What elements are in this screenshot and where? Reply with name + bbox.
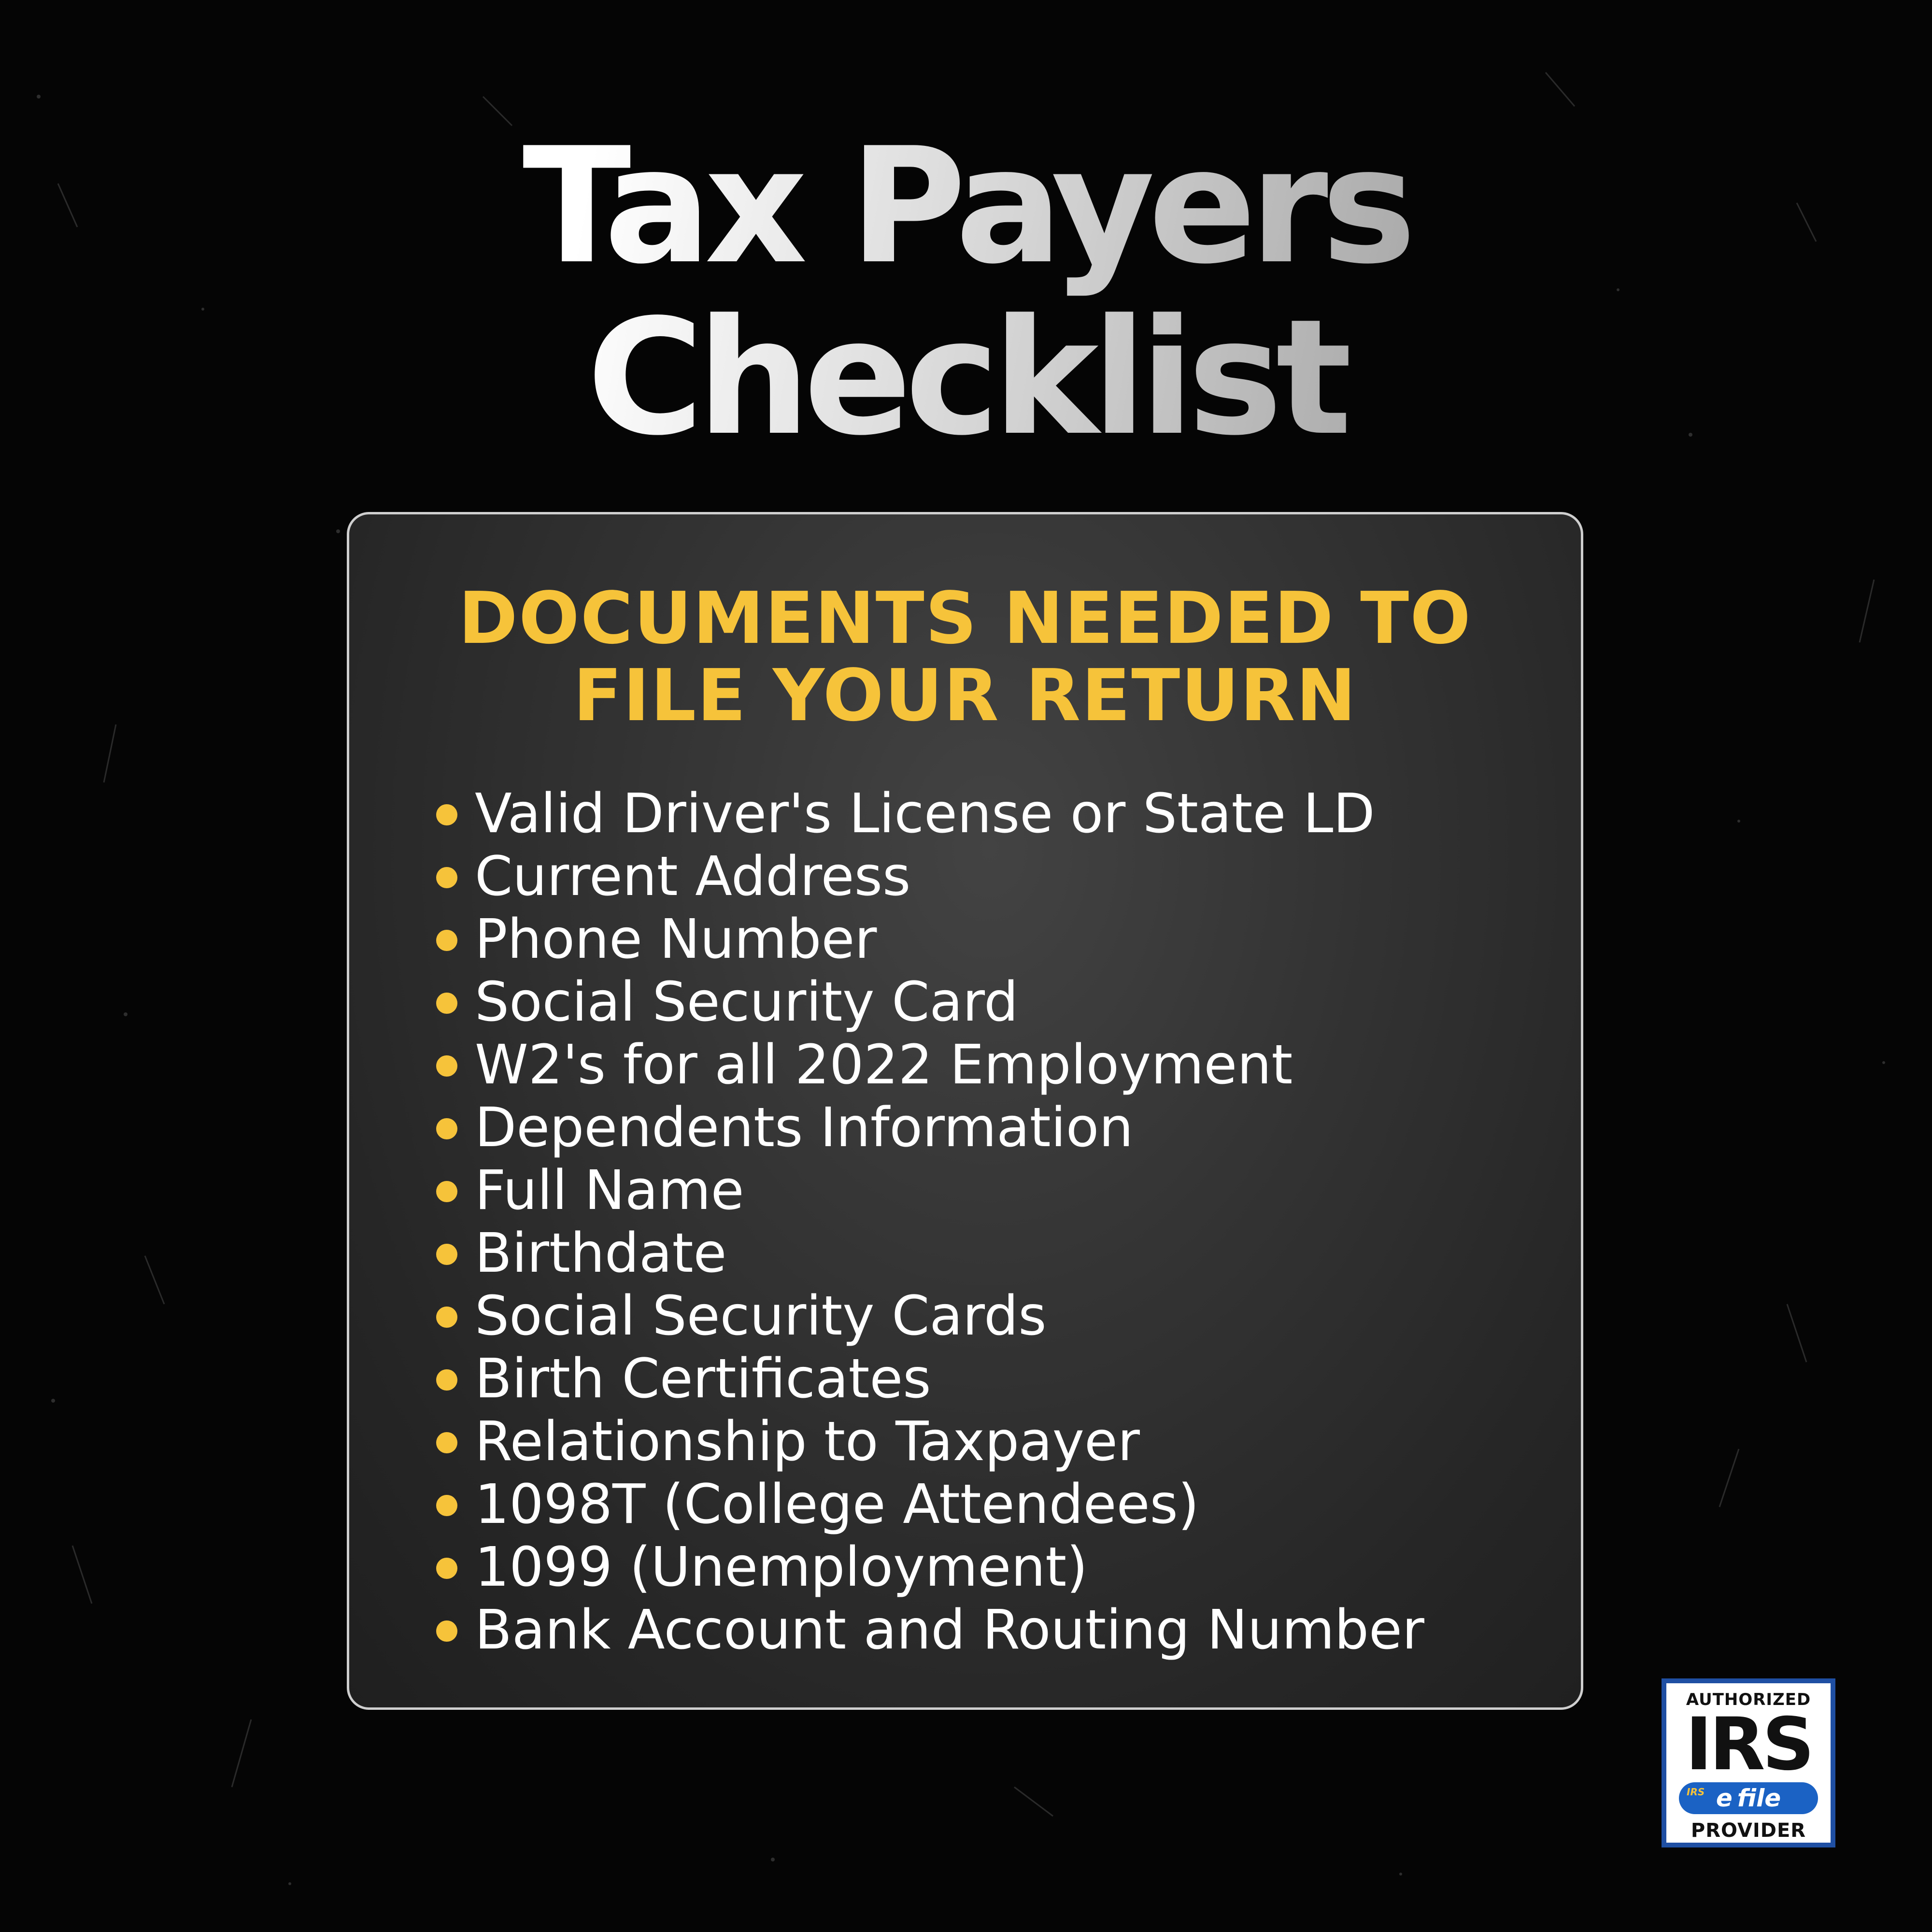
efile-small-text: IRS bbox=[1687, 1786, 1705, 1798]
document-checklist: Valid Driver's License or State LD Curre… bbox=[436, 782, 1424, 1662]
bullet-icon bbox=[436, 1558, 457, 1579]
list-item-label: Social Security Card bbox=[475, 971, 1019, 1034]
list-item: Social Security Card bbox=[436, 971, 1424, 1034]
list-item-label: 1099 (Unemployment) bbox=[475, 1536, 1088, 1599]
bullet-icon bbox=[436, 1620, 457, 1642]
list-item: Valid Driver's License or State LD bbox=[436, 782, 1424, 845]
bullet-icon bbox=[436, 1495, 457, 1516]
list-item: Phone Number bbox=[436, 908, 1424, 971]
list-item: Birthdate bbox=[436, 1222, 1424, 1285]
bullet-icon bbox=[436, 930, 457, 951]
bullet-icon bbox=[436, 1307, 457, 1328]
list-item-label: Birth Certificates bbox=[475, 1348, 931, 1410]
list-item: Bank Account and Routing Number bbox=[436, 1599, 1424, 1662]
list-item: Full Name bbox=[436, 1159, 1424, 1222]
bullet-icon bbox=[436, 1369, 457, 1391]
list-item: W2's for all 2022 Employment bbox=[436, 1034, 1424, 1096]
checklist-card: DOCUMENTS NEEDED TO FILE YOUR RETURN Val… bbox=[347, 512, 1583, 1710]
card-heading-line-1: DOCUMENTS NEEDED TO bbox=[458, 577, 1472, 660]
bullet-icon bbox=[436, 1432, 457, 1453]
bullet-icon bbox=[436, 1244, 457, 1265]
list-item-label: Bank Account and Routing Number bbox=[475, 1599, 1424, 1662]
list-item-label: Valid Driver's License or State LD bbox=[475, 782, 1375, 845]
bullet-icon bbox=[436, 1118, 457, 1139]
irs-efile-provider-badge: AUTHORIZED IRS IRS e file PROVIDER bbox=[1662, 1678, 1835, 1847]
list-item-label: 1098T (College Attendees) bbox=[475, 1473, 1199, 1536]
bullet-icon bbox=[436, 1181, 457, 1202]
badge-main-text: IRS bbox=[1685, 1703, 1814, 1787]
list-item-label: Dependents Information bbox=[475, 1096, 1134, 1159]
list-item: 1099 (Unemployment) bbox=[436, 1536, 1424, 1599]
list-item-label: Social Security Cards bbox=[475, 1285, 1047, 1348]
list-item: Social Security Cards bbox=[436, 1285, 1424, 1348]
list-item-label: Current Address bbox=[475, 845, 911, 908]
bullet-icon bbox=[436, 993, 457, 1014]
efile-text: e file bbox=[1716, 1784, 1781, 1812]
list-item-label: W2's for all 2022 Employment bbox=[475, 1034, 1293, 1096]
bullet-icon bbox=[436, 1055, 457, 1077]
list-item: 1098T (College Attendees) bbox=[436, 1473, 1424, 1536]
list-item-label: Birthdate bbox=[475, 1222, 727, 1285]
page-title: Tax Payers Checklist bbox=[0, 121, 1932, 464]
card-heading: DOCUMENTS NEEDED TO FILE YOUR RETURN bbox=[349, 580, 1581, 734]
list-item-label: Full Name bbox=[475, 1159, 744, 1222]
list-item-label: Relationship to Taxpayer bbox=[475, 1410, 1140, 1473]
list-item-label: Phone Number bbox=[475, 908, 877, 971]
list-item: Current Address bbox=[436, 845, 1424, 908]
bullet-icon bbox=[436, 867, 457, 888]
list-item: Relationship to Taxpayer bbox=[436, 1410, 1424, 1473]
page-title-line-2: Checklist bbox=[586, 285, 1346, 470]
list-item: Dependents Information bbox=[436, 1096, 1424, 1159]
list-item: Birth Certificates bbox=[436, 1348, 1424, 1410]
card-heading-line-2: FILE YOUR RETURN bbox=[573, 654, 1357, 737]
bullet-icon bbox=[436, 804, 457, 825]
efile-logo: IRS e file bbox=[1679, 1782, 1818, 1814]
page-title-line-1: Tax Payers bbox=[522, 114, 1410, 299]
badge-bottom-text: PROVIDER bbox=[1690, 1819, 1806, 1842]
